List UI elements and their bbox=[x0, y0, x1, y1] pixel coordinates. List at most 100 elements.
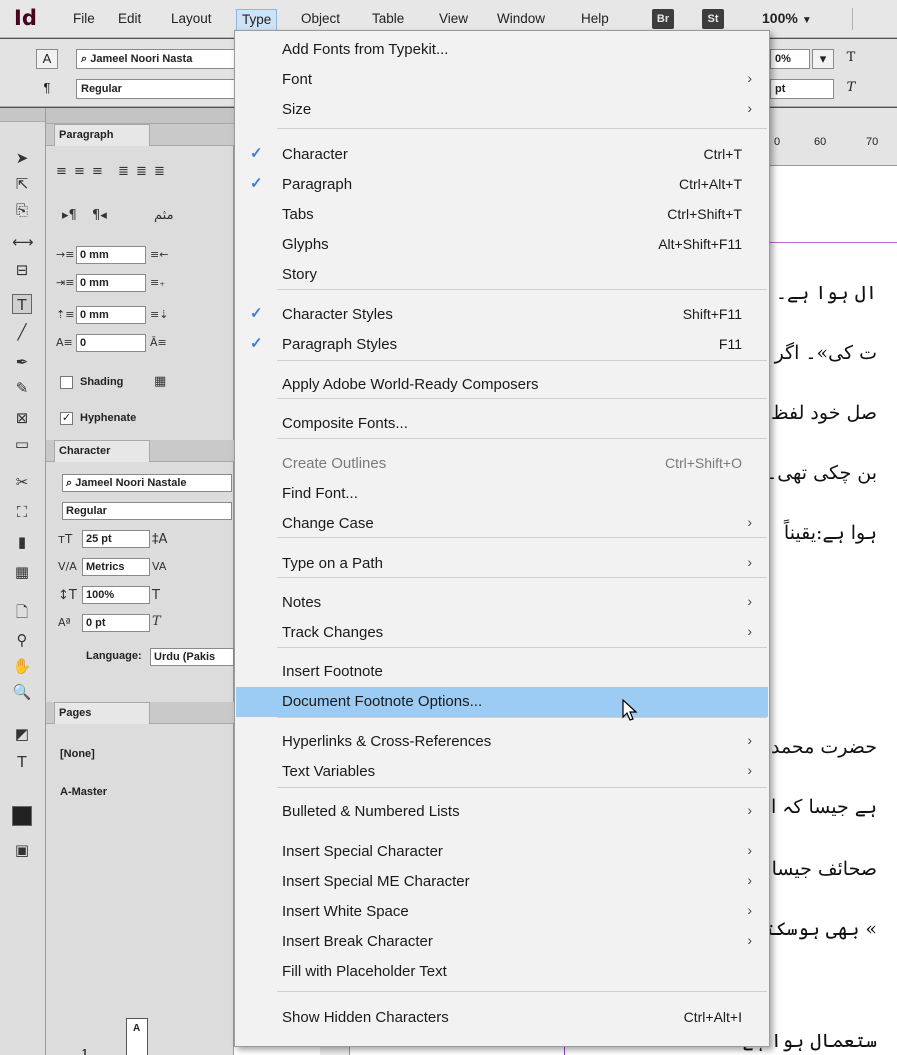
kerning-field[interactable]: Metrics bbox=[82, 558, 150, 576]
menu-help[interactable]: Help bbox=[581, 11, 609, 26]
zoom-tool-icon[interactable]: 🔍 bbox=[12, 682, 32, 702]
menu-item-add-fonts-from-typekit[interactable]: Add Fonts from Typekit... bbox=[236, 35, 768, 65]
menu-item-glyphs[interactable]: Glyphs Alt+Shift+F11 bbox=[236, 230, 768, 260]
menu-type[interactable]: Type bbox=[236, 9, 278, 31]
character-style-field[interactable]: Regular bbox=[62, 502, 232, 520]
pen-tool-icon[interactable]: ✒ bbox=[12, 352, 32, 372]
menu-table[interactable]: Table bbox=[372, 11, 404, 26]
menu-item-tabs[interactable]: Tabs Ctrl+Shift+T bbox=[236, 200, 768, 230]
font-size-field[interactable]: 25 pt bbox=[82, 530, 150, 548]
scale-dropdown[interactable]: ▾ bbox=[812, 49, 834, 69]
menu-item-character-styles[interactable]: ✓ Character Styles Shift+F11 bbox=[236, 300, 768, 330]
menu-item-text-variables[interactable]: Text Variables › bbox=[236, 757, 768, 787]
a-master-item[interactable]: A-Master bbox=[60, 786, 107, 798]
page-thumbnail[interactable]: A bbox=[126, 1018, 148, 1055]
menu-item-notes[interactable]: Notes › bbox=[236, 588, 768, 618]
rectangle-tool-icon[interactable]: ▭ bbox=[12, 434, 32, 454]
pencil-tool-icon[interactable]: ✎ bbox=[12, 378, 32, 398]
menu-item-insert-break-character[interactable]: Insert Break Character › bbox=[236, 927, 768, 957]
urdu-text-line[interactable]: بن چکی تھی۔ bbox=[766, 462, 877, 484]
left-indent-field[interactable]: 0 mm bbox=[76, 246, 146, 264]
underline-icon[interactable]: T bbox=[840, 49, 862, 69]
urdu-text-line[interactable]: ہے جیسا کہ ا bbox=[771, 796, 877, 818]
menu-item-document-footnote-options[interactable]: Document Footnote Options... bbox=[236, 687, 768, 717]
menu-item-show-hidden-characters[interactable]: Show Hidden Characters Ctrl+Alt+I bbox=[236, 1003, 768, 1033]
justify-center-icon[interactable]: ≣ bbox=[136, 164, 147, 179]
line-tool-icon[interactable]: ╱ bbox=[12, 322, 32, 342]
urdu-text-line[interactable]: حضرت محمد bbox=[771, 736, 877, 758]
rectangle-frame-tool-icon[interactable]: ⊠ bbox=[12, 408, 32, 428]
urdu-text-line[interactable]: صل خود لفظ bbox=[771, 402, 877, 424]
formatting-affects-text-icon[interactable]: T bbox=[12, 752, 32, 772]
hand-tool-icon[interactable]: ✋ bbox=[12, 656, 32, 676]
urdu-text-line[interactable]: » بھی ہوسکتا bbox=[753, 918, 877, 940]
menu-view[interactable]: View bbox=[439, 11, 468, 26]
shading-color-icon[interactable]: ▦ bbox=[154, 374, 166, 389]
gap-tool-icon[interactable]: ⟷ bbox=[12, 232, 34, 252]
italic-icon[interactable]: T bbox=[840, 79, 862, 99]
gradient-swatch-tool-icon[interactable]: ▮ bbox=[12, 532, 32, 552]
eyedropper-tool-icon[interactable]: ⚲ bbox=[12, 630, 32, 650]
space-before-field[interactable]: 0 mm bbox=[76, 306, 146, 324]
align-right-icon[interactable]: ≡ bbox=[92, 164, 103, 179]
urdu-text-line[interactable]: صحائف جیسا bbox=[772, 858, 877, 880]
skew-field[interactable]: pt bbox=[770, 79, 834, 99]
align-center-icon[interactable]: ≡ bbox=[74, 164, 85, 179]
color-swatch-icon[interactable] bbox=[12, 806, 32, 826]
menu-item-fill-with-placeholder-text[interactable]: Fill with Placeholder Text bbox=[236, 957, 768, 987]
menu-item-character[interactable]: ✓ Character Ctrl+T bbox=[236, 140, 768, 170]
justify-left-icon[interactable]: ≣ bbox=[118, 164, 129, 179]
note-tool-icon[interactable]: 🗋 bbox=[12, 602, 32, 622]
scissors-tool-icon[interactable]: ✂ bbox=[12, 472, 32, 492]
menu-item-paragraph[interactable]: ✓ Paragraph Ctrl+Alt+T bbox=[236, 170, 768, 200]
menu-item-insert-white-space[interactable]: Insert White Space › bbox=[236, 897, 768, 927]
bridge-button[interactable]: Br bbox=[652, 9, 674, 29]
direct-selection-tool-icon[interactable]: ⇱ bbox=[12, 174, 32, 194]
font-family-field[interactable]: ⌕ Jameel Noori Nasta bbox=[76, 49, 236, 69]
justify-right-icon[interactable]: ≣ bbox=[154, 164, 165, 179]
hyphenate-checkbox[interactable]: ✓ bbox=[60, 412, 73, 425]
character-formatting-button[interactable]: A bbox=[36, 49, 58, 69]
menu-item-insert-special-me-character[interactable]: Insert Special ME Character › bbox=[236, 867, 768, 897]
kashida-icon[interactable]: مثم bbox=[154, 208, 174, 223]
menu-item-font[interactable]: Font › bbox=[236, 65, 768, 95]
tab-paragraph[interactable]: Paragraph bbox=[54, 124, 150, 146]
menu-item-composite-fonts[interactable]: Composite Fonts... bbox=[236, 409, 768, 439]
stock-button[interactable]: St bbox=[702, 9, 724, 29]
language-dropdown[interactable]: Urdu (Pakis bbox=[150, 648, 234, 666]
character-font-field[interactable]: ⌕ Jameel Noori Nastale bbox=[62, 474, 232, 492]
screen-mode-icon[interactable]: ▣ bbox=[12, 840, 32, 860]
font-style-field[interactable]: Regular bbox=[76, 79, 236, 99]
first-line-indent-field[interactable]: 0 mm bbox=[76, 274, 146, 292]
gradient-feather-tool-icon[interactable]: ▦ bbox=[12, 562, 32, 582]
align-left-icon[interactable]: ≡ bbox=[56, 164, 67, 179]
drop-cap-lines-field[interactable]: 0 bbox=[76, 334, 146, 352]
tab-pages[interactable]: Pages bbox=[54, 702, 150, 724]
ltr-paragraph-icon[interactable]: ▸¶ bbox=[62, 208, 77, 223]
zoom-level-dropdown[interactable]: 100% ▼ bbox=[762, 10, 812, 26]
menu-item-apply-adobe-world-ready-composers[interactable]: Apply Adobe World-Ready Composers bbox=[236, 370, 768, 400]
content-collector-icon[interactable]: ⊟ bbox=[12, 260, 32, 280]
menu-item-change-case[interactable]: Change Case › bbox=[236, 509, 768, 539]
menu-window[interactable]: Window bbox=[497, 11, 545, 26]
menu-edit[interactable]: Edit bbox=[118, 11, 141, 26]
menu-item-hyperlinks-cross-references[interactable]: Hyperlinks & Cross-References › bbox=[236, 727, 768, 757]
urdu-text-line[interactable]: ت کی»۔ اگر bbox=[775, 342, 877, 364]
none-master-item[interactable]: [None] bbox=[60, 748, 95, 760]
baseline-shift-field[interactable]: 0 pt bbox=[82, 614, 150, 632]
menu-object[interactable]: Object bbox=[301, 11, 340, 26]
urdu-text-line[interactable]: ہوا ہے:یقیناً bbox=[784, 522, 877, 544]
rtl-paragraph-icon[interactable]: ¶◂ bbox=[92, 208, 107, 223]
selection-tool-icon[interactable]: ➤ bbox=[12, 148, 32, 168]
paragraph-formatting-button[interactable]: ¶ bbox=[36, 79, 58, 99]
menu-item-insert-special-character[interactable]: Insert Special Character › bbox=[236, 837, 768, 867]
urdu-text-line[interactable]: ال ہوا ہے۔ bbox=[776, 282, 877, 304]
tab-character[interactable]: Character bbox=[54, 440, 150, 462]
menu-file[interactable]: File bbox=[73, 11, 95, 26]
fill-stroke-icon[interactable]: ◩ bbox=[12, 724, 32, 744]
free-transform-tool-icon[interactable]: ⛶ bbox=[12, 502, 32, 522]
menu-item-paragraph-styles[interactable]: ✓ Paragraph Styles F11 bbox=[236, 330, 768, 360]
menu-item-find-font[interactable]: Find Font... bbox=[236, 479, 768, 509]
shading-checkbox[interactable] bbox=[60, 376, 73, 389]
vertical-scale-field[interactable]: 100% bbox=[82, 586, 150, 604]
